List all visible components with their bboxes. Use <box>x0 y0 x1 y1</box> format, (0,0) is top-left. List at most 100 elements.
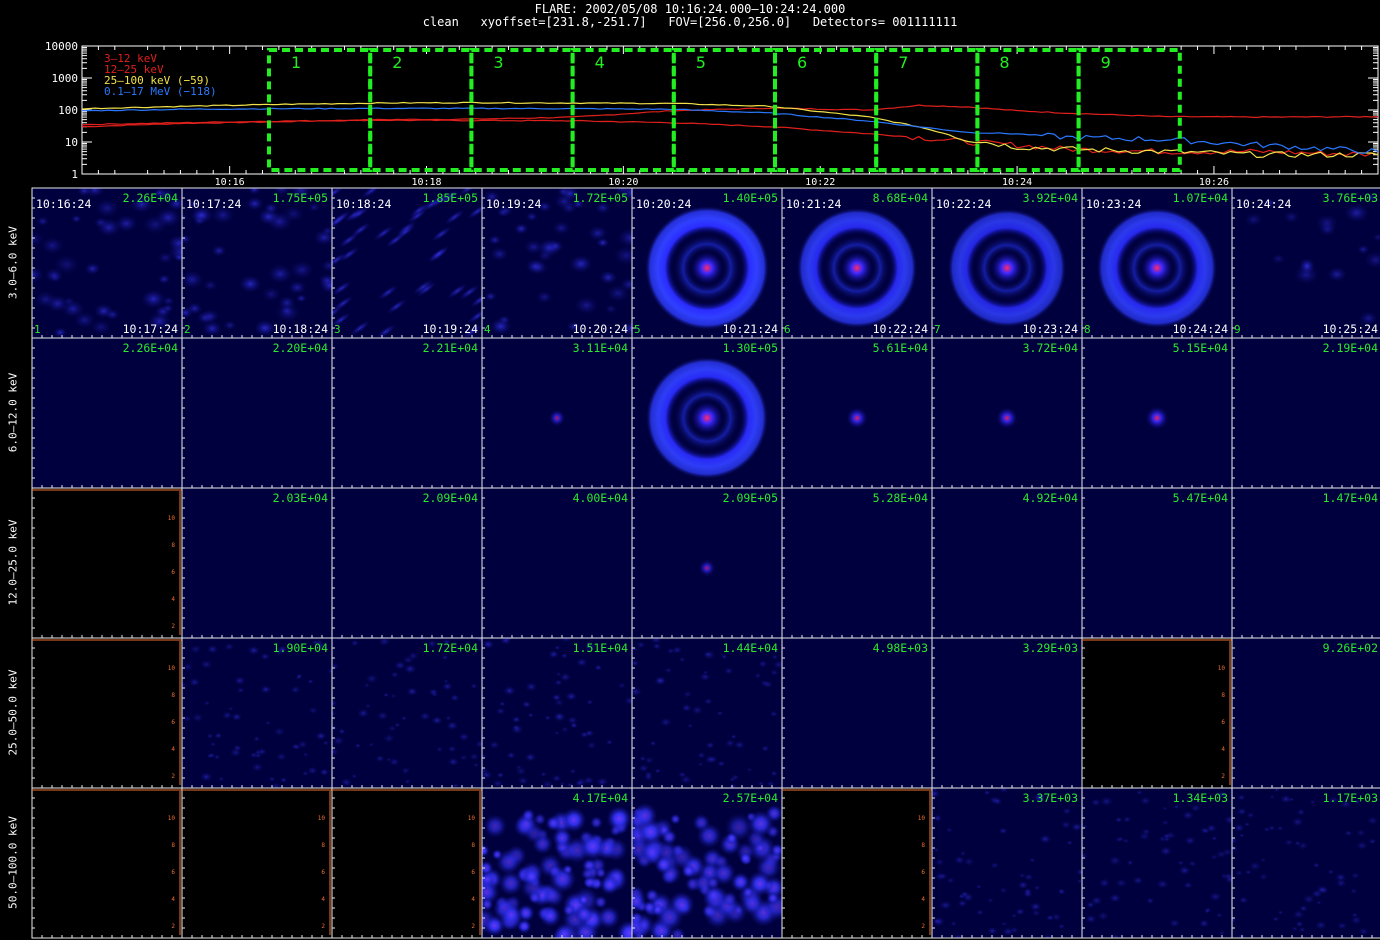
image-cell-bg <box>482 488 632 638</box>
noise-blob <box>679 774 693 785</box>
noise-blob <box>32 266 44 284</box>
noise-blob <box>1206 823 1217 833</box>
noise-blob <box>1038 834 1052 844</box>
noise-blob <box>605 739 613 745</box>
noise-blob <box>1159 846 1173 856</box>
noise-blob <box>561 653 568 659</box>
noise-blob <box>162 296 175 306</box>
noise-blob <box>548 650 560 659</box>
image-cell-content <box>1145 406 1169 430</box>
noise-blob <box>267 264 293 284</box>
noise-blob <box>200 772 213 782</box>
noise-blob <box>1312 862 1320 868</box>
image-cell: 2.20E+04 <box>181 337 333 489</box>
noise-blob <box>351 774 358 779</box>
noise-blob <box>1190 804 1201 813</box>
noise-blob <box>1356 829 1366 837</box>
empty-cell-tick-label: 8 <box>321 842 325 849</box>
noise-blob <box>84 262 101 275</box>
empty-cell-tick-label: 6 <box>471 869 475 876</box>
cloud-blob <box>703 885 724 905</box>
noise-blob <box>551 774 562 783</box>
noise-blob <box>1299 905 1308 912</box>
noise-blob <box>946 877 955 884</box>
noise-blob <box>1356 244 1370 255</box>
noise-blob <box>746 767 753 773</box>
noise-blob <box>206 733 214 739</box>
noise-blob <box>599 270 618 285</box>
noise-blob <box>41 236 64 255</box>
noise-blob <box>644 756 655 764</box>
noise-blob <box>450 694 460 702</box>
noise-blob <box>375 755 385 763</box>
noise-blob <box>771 654 779 660</box>
noise-blob <box>1010 913 1018 919</box>
noise-blob <box>987 926 998 935</box>
image-peak-value: 5.15E+04 <box>1173 341 1228 355</box>
image-cell-bg <box>632 638 782 788</box>
noise-blob <box>419 711 431 721</box>
noise-blob <box>1168 918 1181 928</box>
noise-blob <box>717 760 726 767</box>
noise-blob <box>527 713 534 718</box>
empty-cell-tick-label: 2 <box>321 923 325 930</box>
noise-blob <box>553 711 566 722</box>
noise-blob <box>720 654 728 660</box>
image-cell: 1.72E+05 10:19:24 10:20:24 4 <box>481 187 633 339</box>
image-cell: 5.28E+04 <box>781 487 933 639</box>
image-peak-value: 3.72E+04 <box>1023 341 1078 355</box>
noise-blob <box>1351 912 1358 918</box>
noise-blob <box>447 745 457 753</box>
image-cell-bg <box>1082 488 1232 638</box>
noise-blob <box>307 679 314 684</box>
empty-cell-tick-label: 4 <box>171 896 175 903</box>
image-peak-value: 2.20E+04 <box>273 341 328 355</box>
noise-blob <box>85 188 105 198</box>
energy-band-label: 12.0–25.0 keV <box>6 519 20 606</box>
empty-cell-tick-label: 6 <box>171 869 175 876</box>
noise-blob <box>105 309 120 321</box>
image-cell-bg <box>1232 338 1380 488</box>
empty-cell-tick-label: 10 <box>318 815 326 822</box>
noise-blob <box>61 299 85 318</box>
noise-blob <box>459 754 468 761</box>
empty-cell-tick-label: 10 <box>918 815 926 822</box>
noise-blob <box>196 311 214 325</box>
noise-blob <box>975 884 982 889</box>
noise-blob <box>488 235 502 245</box>
cloud-blob <box>593 895 608 909</box>
image-end-time: 10:22:24 <box>873 322 928 336</box>
noise-blob <box>1296 808 1306 816</box>
noise-blob <box>188 677 201 687</box>
noise-blob <box>594 664 603 671</box>
energy-band-label: 6.0–12.0 keV <box>6 372 20 453</box>
noise-blob <box>289 260 315 280</box>
noise-blob <box>770 770 778 777</box>
cloud-blob <box>578 832 607 861</box>
noise-blob <box>302 770 309 776</box>
cloud-blob <box>609 825 622 837</box>
cloud-blob <box>577 894 590 906</box>
noise-blob <box>1337 921 1348 930</box>
image-cell-bg <box>32 338 182 488</box>
noise-blob <box>560 726 569 733</box>
noise-blob <box>1263 826 1270 833</box>
image-start-time: 10:19:24 <box>486 197 541 211</box>
image-cell: 1.47E+04 <box>1231 487 1380 639</box>
noise-blob <box>582 776 595 785</box>
image-index: 3 <box>334 323 341 336</box>
noise-blob <box>517 776 529 786</box>
empty-cell-tick-label: 8 <box>471 842 475 849</box>
noise-blob <box>322 740 330 746</box>
image-peak-value: 1.47E+04 <box>1323 491 1378 505</box>
empty-cell-tick-label: 2 <box>171 773 175 780</box>
noise-blob <box>1277 910 1284 915</box>
image-cell-bg <box>782 638 932 788</box>
image-peak-value: 2.21E+04 <box>423 341 478 355</box>
noise-blob <box>559 672 572 682</box>
noise-blob <box>140 289 166 309</box>
image-cell: 3.92E+04 10:22:24 10:23:24 7 <box>931 187 1083 339</box>
image-cell-bg <box>182 488 332 638</box>
noise-blob <box>1298 927 1306 933</box>
image-cell: 1.72E+04 <box>331 637 483 789</box>
